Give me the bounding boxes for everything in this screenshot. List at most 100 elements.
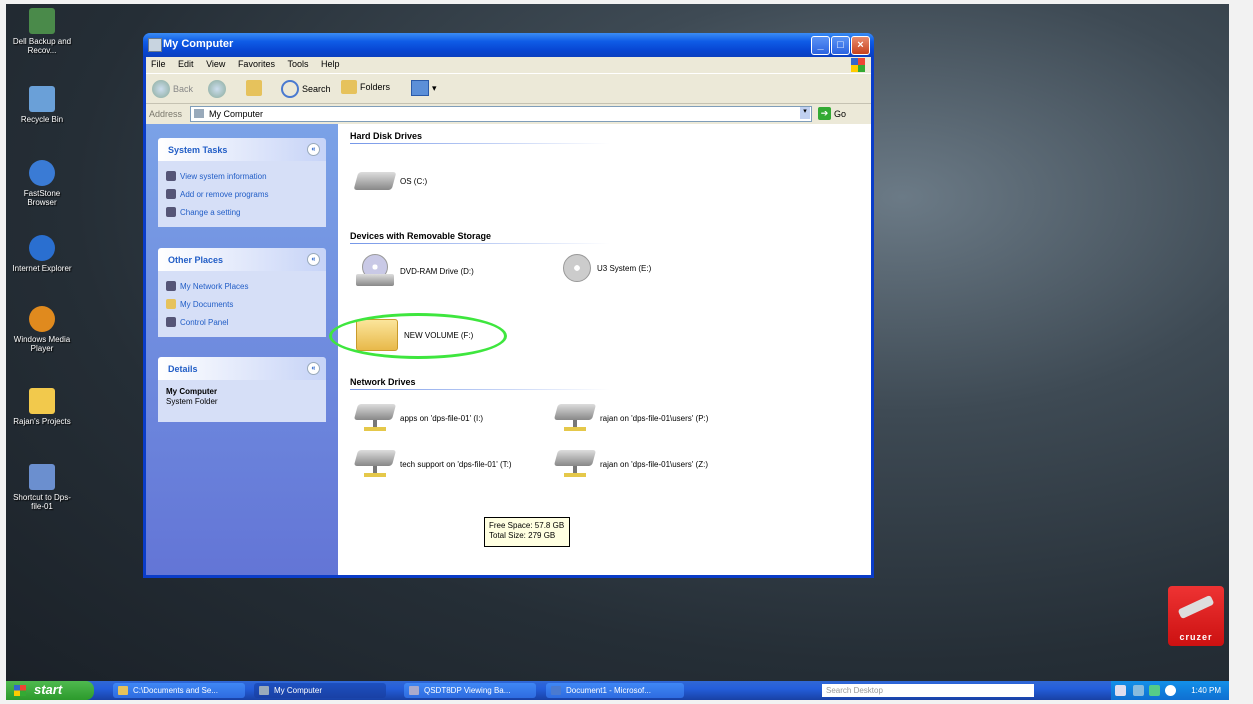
other-places-header[interactable]: Other Places « (158, 248, 326, 271)
task-view-system-info[interactable]: View system information (166, 167, 318, 185)
taskbar-item-document1[interactable]: Document1 - Microsof... (546, 683, 684, 698)
security-icon[interactable] (1149, 685, 1160, 696)
start-button[interactable]: start (6, 681, 94, 700)
go-arrow-icon: ➔ (818, 107, 831, 120)
system-tray: 1:40 PM (1111, 681, 1229, 700)
screen-frame-top (0, 0, 1253, 4)
search-button[interactable]: Search (281, 80, 331, 98)
menu-help[interactable]: Help (316, 57, 345, 71)
back-label: Back (173, 84, 194, 94)
drive-os-c[interactable]: OS (C:) (353, 172, 427, 190)
cruzer-label: cruzer (1179, 632, 1213, 642)
desktop-icon-faststone[interactable]: FastStone Browser (12, 160, 72, 207)
task-pane: System Tasks « View system information A… (146, 124, 338, 575)
go-button[interactable]: ➔ Go (818, 107, 846, 120)
go-label: Go (834, 108, 847, 119)
place-control-panel[interactable]: Control Panel (166, 313, 318, 331)
address-bar: Address My Computer ▾ ➔ Go (146, 103, 871, 124)
close-button[interactable]: × (851, 36, 870, 55)
desktop-icon-label: Windows Media Player (13, 335, 71, 353)
folder-icon (118, 686, 128, 695)
taskbar-item-qsdt8dp[interactable]: QSDT8DP Viewing Ba... (404, 683, 536, 698)
up-button[interactable] (246, 80, 262, 96)
window-titlebar[interactable]: My Computer _ □ × (143, 33, 874, 57)
place-my-network-places[interactable]: My Network Places (166, 277, 318, 295)
details-type: System Folder (166, 396, 218, 406)
drive-label: tech support on 'dps-file-01' (T:) (400, 459, 512, 469)
my-computer-window: My Computer _ □ × File Edit View Favorit… (143, 33, 874, 578)
drive-label: DVD-RAM Drive (D:) (400, 266, 474, 276)
task-add-remove-programs[interactable]: Add or remove programs (166, 185, 318, 203)
forward-button[interactable] (208, 80, 226, 98)
details-body: My Computer System Folder (158, 380, 326, 422)
desktop-icon-internet-explorer[interactable]: Internet Explorer (12, 235, 72, 273)
menu-tools[interactable]: Tools (282, 57, 313, 71)
menu-view[interactable]: View (201, 57, 230, 71)
desktop-icon-label: Shortcut to Dps-file-01 (13, 493, 71, 511)
maximize-button[interactable]: □ (831, 36, 850, 55)
search-icon (281, 80, 299, 98)
taskbar-item-documents[interactable]: C:\Documents and Se... (113, 683, 245, 698)
network-drive-z[interactable]: rajan on 'dps-file-01\users' (Z:) (553, 450, 708, 478)
section-network-drives: Network Drives (350, 377, 416, 387)
details-header[interactable]: Details « (158, 357, 326, 380)
place-label: My Documents (180, 299, 234, 309)
place-label: My Network Places (180, 281, 249, 291)
volume-icon[interactable] (1165, 685, 1176, 696)
network-drive-p[interactable]: rajan on 'dps-file-01\users' (P:) (553, 404, 709, 432)
task-change-setting[interactable]: Change a setting (166, 203, 318, 221)
address-dropdown-button[interactable]: ▾ (800, 107, 810, 119)
details-panel: Details « My Computer System Folder (158, 357, 326, 422)
drive-dvd-ram-d[interactable]: DVD-RAM Drive (D:) (356, 254, 474, 288)
network-drive-t[interactable]: tech support on 'dps-file-01' (T:) (353, 450, 512, 478)
menu-edit[interactable]: Edit (173, 57, 199, 71)
desktop-icon-label: Recycle Bin (20, 115, 64, 124)
network-icon[interactable] (1133, 685, 1144, 696)
screen-frame-left (0, 0, 6, 704)
minimize-button[interactable]: _ (811, 36, 830, 55)
highlight-ellipse (329, 313, 507, 359)
menu-file[interactable]: File (146, 57, 171, 71)
desktop-icon-label: Rajan's Projects (13, 417, 71, 426)
desktop-search-input[interactable]: Search Desktop (822, 684, 1034, 697)
screen-frame-right (1229, 0, 1253, 704)
tooltip-free-space: Free Space: 57.8 GB (489, 521, 565, 530)
collapse-chevron-icon[interactable]: « (307, 253, 320, 266)
task-label: Document1 - Microsof... (566, 686, 651, 695)
desktop-icon-media-player[interactable]: Windows Media Player (12, 306, 72, 353)
search-label: Search (302, 84, 331, 94)
back-button[interactable]: Back (152, 80, 193, 98)
menu-favorites[interactable]: Favorites (233, 57, 280, 71)
place-label: Control Panel (180, 317, 229, 327)
views-icon (411, 80, 429, 96)
drive-label: U3 System (E:) (597, 263, 652, 273)
network-drive-i[interactable]: apps on 'dps-file-01' (I:) (353, 404, 483, 432)
system-tasks-header[interactable]: System Tasks « (158, 138, 326, 161)
place-my-documents[interactable]: My Documents (166, 295, 318, 313)
desktop-icon-dps-file-shortcut[interactable]: Shortcut to Dps-file-01 (12, 464, 72, 511)
collapse-chevron-icon[interactable]: « (307, 362, 320, 375)
search-icon[interactable] (1115, 685, 1126, 696)
task-label: View system information (180, 171, 267, 181)
folders-icon (341, 80, 357, 94)
network-places-icon (166, 281, 176, 291)
section-divider (350, 389, 610, 390)
desktop-icon-recycle-bin[interactable]: Recycle Bin (12, 86, 72, 124)
desktop-icon-rajans-projects[interactable]: Rajan's Projects (12, 388, 72, 426)
drive-u3-system-e[interactable]: U3 System (E:) (563, 254, 651, 282)
menu-bar: File Edit View Favorites Tools Help (146, 57, 871, 73)
my-computer-icon (259, 686, 269, 695)
other-places-panel: Other Places « My Network Places My Docu… (158, 248, 326, 337)
taskbar-item-my-computer[interactable]: My Computer (254, 683, 386, 698)
drive-label: rajan on 'dps-file-01\users' (P:) (600, 413, 709, 423)
desktop-icon-label: FastStone Browser (23, 189, 61, 207)
desktop-icon-dell-backup[interactable]: Dell Backup and Recov... (12, 8, 72, 55)
toolbar: Back Search Folders ▾ (146, 73, 871, 104)
clock: 1:40 PM (1191, 686, 1221, 695)
back-arrow-icon (152, 80, 170, 98)
views-button[interactable]: ▾ (411, 80, 437, 96)
collapse-chevron-icon[interactable]: « (307, 143, 320, 156)
address-field[interactable]: My Computer (190, 106, 812, 122)
section-removable-storage: Devices with Removable Storage (350, 231, 492, 241)
folders-button[interactable]: Folders (341, 80, 390, 94)
